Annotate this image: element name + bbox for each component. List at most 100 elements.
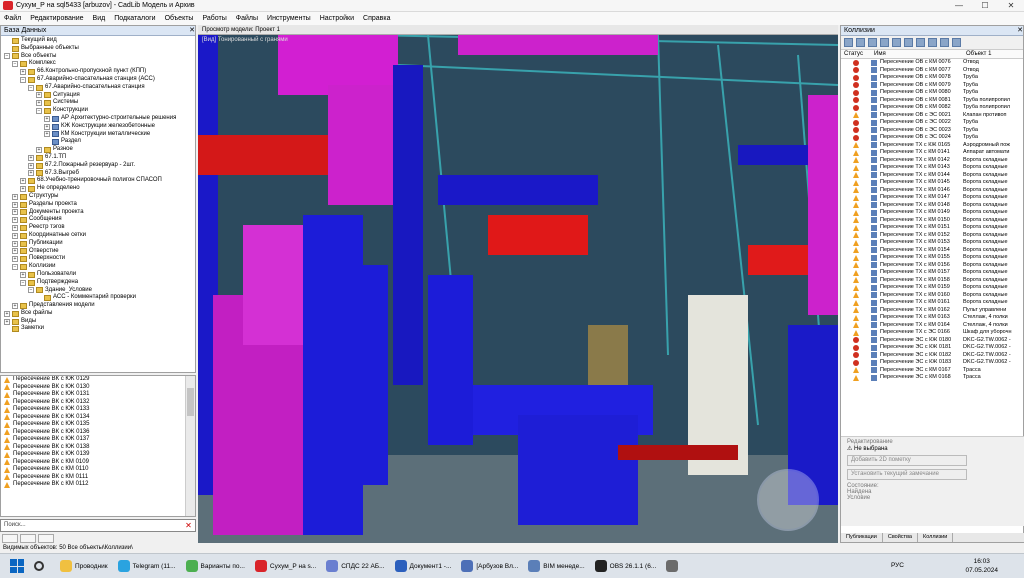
toolbar-icon-3[interactable] [868,38,877,47]
start-button[interactable] [10,559,24,573]
tree-item[interactable]: + Виды [1,318,195,326]
tree-item[interactable]: + АР Архитектурно-строительные решения [1,115,195,123]
list-item[interactable]: Пересечение ВК с КЖ 0135 [1,421,195,429]
tree-item[interactable]: − Подтверждена [1,279,195,287]
table-row[interactable]: Пересечение ОВ с ЭС 0022 Труба [841,119,1023,127]
table-row[interactable]: Пересечение ТХ с КМ 0152 Ворота складные [841,232,1023,240]
close-button[interactable]: ✕ [998,0,1024,12]
expand-toggle-icon[interactable]: + [20,271,26,278]
taskbar-app[interactable]: [Арбузов Вл... [457,556,522,576]
tree-item[interactable]: + Системы [1,99,195,107]
expand-toggle-icon[interactable]: + [12,209,18,216]
table-row[interactable]: Пересечение ТХ с КМ 0151 Ворота складные [841,224,1023,232]
list-item[interactable]: Пересечение ВК с КЖ 0131 [1,391,195,399]
tree-item[interactable]: + Поверхности [1,255,195,263]
taskbar-app[interactable] [662,556,685,576]
table-row[interactable]: Пересечение ОВ с КМ 0076 Отвод [841,59,1023,67]
table-row[interactable]: Пересечение ОВ с КМ 0077 Отвод [841,67,1023,75]
expand-toggle-icon[interactable]: − [4,53,10,60]
taskbar-app[interactable]: Telegram (11... [114,556,180,576]
set-remark-combo[interactable]: Установить текущий замечание [847,469,967,480]
tree-item[interactable]: + Координатные сетки [1,232,195,240]
expand-toggle-icon[interactable]: + [12,256,18,263]
clock[interactable]: 16:03 07.05.2024 [965,557,998,575]
tree-item[interactable]: Текущий вид [1,37,195,45]
tree-item[interactable]: АСС - Комментарий проверки [1,294,195,302]
expand-toggle-icon[interactable]: − [28,287,34,294]
table-row[interactable]: Пересечение ТХ с ЭС 0166 Шкаф для уборочн [841,329,1023,337]
list-item[interactable]: Пересечение ВК с КЖ 0138 [1,444,195,452]
expand-toggle-icon[interactable]: + [12,201,18,208]
tree-item[interactable]: + Разное [1,146,195,154]
expand-toggle-icon[interactable]: + [28,162,34,169]
toolbar-icon-7[interactable] [916,38,925,47]
panel-close-icon[interactable]: ✕ [1017,26,1023,35]
list-item[interactable]: Пересечение ВК с КЖ 0134 [1,414,195,422]
add-markup-combo[interactable]: Добавить 2D пометку [847,455,967,466]
toolbar-icon-10[interactable] [952,38,961,47]
expand-toggle-icon[interactable]: + [36,147,42,154]
tree-item[interactable]: − 67.Аварийно-спасательная станция [1,84,195,92]
expand-toggle-icon[interactable]: + [12,302,18,309]
table-row[interactable]: Пересечение ТХ с КЖ 0165 Аэродромный пож [841,142,1023,150]
taskbar-app[interactable]: Сухум_Р на s... [251,556,320,576]
tree-item[interactable]: Выбранные объекты [1,45,195,53]
expand-toggle-icon[interactable]: + [4,318,10,325]
tree-item[interactable]: Заметки [1,325,195,333]
toolbar-icon-4[interactable] [880,38,889,47]
table-row[interactable]: Пересечение ТХ с КМ 0159 Ворота складные [841,284,1023,292]
table-row[interactable]: Пересечение ЭС с КЖ 0180 DKC-G2.TW.0062 - [841,337,1023,345]
tree-item[interactable]: +66.Контрольно-пропускной пункт (КПП) [1,68,195,76]
tab-0[interactable]: Публикации [841,533,883,542]
table-row[interactable]: Пересечение ТХ с КМ 0146 Ворота складные [841,187,1023,195]
expand-toggle-icon[interactable]: + [12,240,18,247]
tree-item[interactable]: − Все объекты [1,53,195,61]
expand-toggle-icon[interactable]: + [44,131,50,138]
expand-toggle-icon[interactable]: + [4,310,10,317]
tree-item[interactable]: + Структуры [1,193,195,201]
list-item[interactable]: Пересечение ВК с КЖ 0132 [1,399,195,407]
expand-toggle-icon[interactable]: − [12,61,18,68]
panel-close-icon[interactable]: ✕ [189,26,195,35]
tab-left-1[interactable] [2,534,18,543]
menu-item-9[interactable]: Справка [363,15,390,22]
3d-model-scene[interactable] [198,25,838,543]
list-item[interactable]: Пересечение ВК с КЖ 0139 [1,451,195,459]
expand-toggle-icon[interactable]: + [20,69,26,76]
list-item[interactable]: Пересечение ВК с КЖ 0133 [1,406,195,414]
tree-item[interactable]: +68.Учебно-тренировочный полигон СПАСОП [1,177,195,185]
search-icon[interactable] [34,561,44,571]
menu-item-7[interactable]: Инструменты [267,15,311,22]
toolbar-icon-1[interactable] [844,38,853,47]
expand-toggle-icon[interactable]: + [44,115,50,122]
table-row[interactable]: Пересечение ТХ с КМ 0149 Ворота складные [841,209,1023,217]
tree-item[interactable]: + Не определено [1,185,195,193]
tree-item[interactable]: +67.1.ТП [1,154,195,162]
list-item[interactable]: Пересечение ВК с КЖ 0130 [1,384,195,392]
language-indicator[interactable]: РУС [891,562,904,569]
taskbar-app[interactable]: Документ1 -... [391,556,456,576]
table-row[interactable]: Пересечение ЭС с КМ 0167 Трасса [841,367,1023,375]
list-item[interactable]: Пересечение ВК с КМ 0112 [1,481,195,489]
tree-item[interactable]: − Коллизии [1,263,195,271]
maximize-button[interactable]: ☐ [972,0,998,12]
model-viewport[interactable]: Просмотр модели: Проект 1 [Вид] Тонирова… [198,25,838,543]
taskbar-app[interactable]: СПДС 22 АБ... [322,556,388,576]
col-status[interactable]: Статус [841,50,871,58]
list-item[interactable]: Пересечение ВК с КЖ 0137 [1,436,195,444]
tree-item[interactable]: + Ситуация [1,92,195,100]
tab-2[interactable]: Коллизии [918,533,954,542]
table-row[interactable]: Пересечение ТХ с КМ 0148 Ворота складные [841,202,1023,210]
table-row[interactable]: Пересечение ТХ с КМ 0141 Аппарат автомати [841,149,1023,157]
tree-item[interactable]: + Публикации [1,240,195,248]
menu-item-8[interactable]: Настройки [320,15,354,22]
taskbar-app[interactable]: Варианты по... [182,556,249,576]
expand-toggle-icon[interactable]: − [20,279,26,286]
taskbar-app[interactable]: OBS 26.1.1 (6... [591,556,661,576]
expand-toggle-icon[interactable]: + [12,248,18,255]
tab-1[interactable]: Свойства [883,533,918,542]
table-row[interactable]: Пересечение ТХ с КМ 0153 Ворота складные [841,239,1023,247]
expand-toggle-icon[interactable]: + [28,170,34,177]
tree-item[interactable]: + КЖ Конструкции железобетонные [1,123,195,131]
tree-item[interactable]: + Сообщения [1,216,195,224]
